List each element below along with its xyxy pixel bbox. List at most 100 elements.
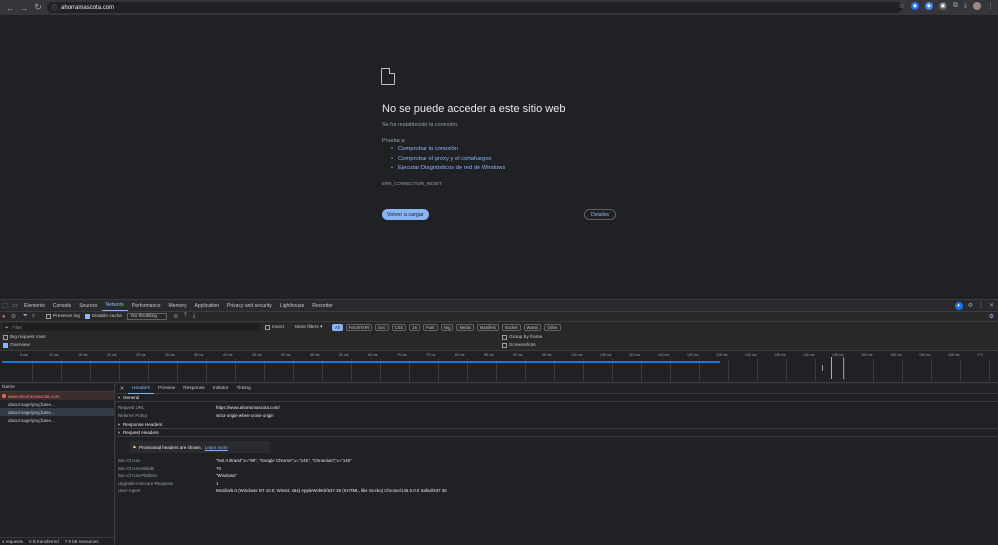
checkbox-icon <box>46 314 51 319</box>
request-headers-section: Sec-Ch-Ua "Not A Brand";v="99", "Google C… <box>116 457 998 495</box>
chip-css[interactable]: CSS <box>391 323 407 331</box>
request-row[interactable]: data:image/png;base... <box>0 416 114 424</box>
tab-recorder[interactable]: Recorder <box>308 300 337 311</box>
tab-elements[interactable]: Elements <box>20 300 49 311</box>
suggestion-item[interactable]: Ejecutar Diagnósticos de red de Windows <box>391 165 505 175</box>
browser-toolbar: ← → ↻ ⓘ ahorramascota.com ☆ ◉ ◆ ▣ ⧉ ⤓ ⋮ <box>0 0 998 15</box>
download-icon[interactable]: ⤓ <box>964 2 967 10</box>
settings-gear-icon[interactable]: ⚙ <box>968 302 973 310</box>
tab-initiator[interactable]: Initiator <box>209 384 233 394</box>
timeline-tick-label: 15 ms <box>78 353 88 357</box>
chip-all[interactable]: All <box>332 323 343 331</box>
tab-network[interactable]: Network <box>101 300 128 311</box>
request-row[interactable]: data:image/png;base... <box>0 408 114 416</box>
timeline-tick-label: 75 ms <box>426 353 436 357</box>
general-section-header[interactable]: ▼ General <box>116 394 998 402</box>
checkbox-icon <box>3 343 8 348</box>
disable-cache-checkbox[interactable]: Disable cache <box>84 314 122 319</box>
tab-performance[interactable]: Performance <box>128 300 165 311</box>
wifi-conditions-icon[interactable]: ≋ <box>173 313 178 320</box>
export-har-icon[interactable]: ⤓ <box>193 313 196 320</box>
details-button[interactable]: Detalles <box>584 209 616 220</box>
close-icon[interactable]: ✕ <box>116 385 128 392</box>
timeline-tick-label: 115 ms <box>658 353 670 357</box>
checkbox-icon <box>502 335 507 340</box>
reload-icon[interactable]: ↻ <box>31 1 45 15</box>
timeline-tick-label: 5 ms <box>20 353 28 357</box>
more-options-icon[interactable]: ⋮ <box>978 302 984 310</box>
more-filters-dropdown[interactable]: More filters ▾ <box>295 325 323 330</box>
close-devtools-icon[interactable]: ✕ <box>989 302 994 310</box>
error-code: ERR_CONNECTION_RESET <box>382 181 442 186</box>
chip-doc[interactable]: Doc <box>375 323 389 331</box>
site-info-icon[interactable]: ⓘ <box>51 3 57 12</box>
tab-privacy-security[interactable]: Privacy and security <box>223 300 276 311</box>
record-icon[interactable]: ● <box>2 314 11 320</box>
tab-preview[interactable]: Preview <box>154 384 179 394</box>
search-icon[interactable]: ⌕ <box>32 313 41 320</box>
network-overview-timeline[interactable]: 5 ms 10 ms 15 ms 20 ms 25 ms 30 ms 35 ms 40 ms 4… <box>0 350 998 383</box>
error-page: No se puede acceder a este sitio web Se … <box>0 15 998 299</box>
overview-checkbox[interactable]: Overview <box>3 343 30 348</box>
reload-button[interactable]: Volver a cargar <box>382 209 429 220</box>
header-value: https://www.ahorramascota.com/ <box>216 405 280 411</box>
clear-icon[interactable]: ⊘ <box>11 313 20 320</box>
name-column-header[interactable]: Name <box>0 384 114 392</box>
tab-headers[interactable]: Headers <box>128 384 155 394</box>
throttling-select[interactable]: No throttling <box>127 313 168 320</box>
extension-icon[interactable]: ◉ <box>910 2 919 10</box>
filter-icon[interactable]: ⏷ <box>23 313 32 320</box>
triangle-down-icon: ▼ <box>117 422 121 427</box>
forward-icon[interactable]: → <box>17 1 31 15</box>
extension-icon-2[interactable]: ◆ <box>924 2 933 10</box>
screenshots-checkbox[interactable]: Screenshots <box>502 343 536 348</box>
chip-img[interactable]: Img <box>440 323 454 331</box>
request-headers-section-header[interactable]: ▼ Request Headers <box>116 429 998 437</box>
group-by-frame-checkbox[interactable]: Group by frame <box>502 335 542 340</box>
tab-response[interactable]: Response <box>179 384 209 394</box>
import-har-icon[interactable]: ⤒ <box>184 313 187 320</box>
suggestion-item[interactable]: Comprobar el proxy y el cortafuegos <box>391 156 505 166</box>
inspect-icon[interactable]: ⬚ <box>0 302 10 309</box>
chip-media[interactable]: Media <box>456 323 474 331</box>
header-row: Upgrade-Insecure-Requests 1 <box>116 480 998 488</box>
timeline-marker <box>822 365 823 371</box>
request-row[interactable]: data:image/png;base... <box>0 400 114 408</box>
chip-manifest[interactable]: Manifest <box>476 323 499 331</box>
tab-timing[interactable]: Timing <box>233 384 255 394</box>
filter-input[interactable]: ⏷ Filter <box>2 323 260 331</box>
device-toolbar-icon[interactable]: ▭ <box>10 302 20 309</box>
devtools-panel: ⬚ ▭ Elements Console Sources Network Per… <box>0 299 998 545</box>
tab-sources[interactable]: Sources <box>75 300 101 311</box>
ai-assist-icon[interactable]: ✦ <box>954 301 963 310</box>
bookmark-star-icon[interactable]: ☆ <box>899 2 905 10</box>
address-bar[interactable]: ⓘ ahorramascota.com <box>47 2 902 13</box>
extension-icon-3[interactable]: ▣ <box>938 2 947 10</box>
checkbox-icon <box>502 343 507 348</box>
learn-more-link[interactable]: Learn more <box>205 445 228 450</box>
tab-lighthouse[interactable]: Lighthouse <box>276 300 308 311</box>
extensions-puzzle-icon[interactable]: ⧉ <box>953 2 958 10</box>
screenshots-label: Screenshots <box>509 343 536 348</box>
chip-wasm[interactable]: Wasm <box>523 323 542 331</box>
request-row[interactable]: www.ahorramascota.com <box>0 392 114 400</box>
chip-other[interactable]: Other <box>544 323 561 331</box>
chip-js[interactable]: JS <box>409 323 421 331</box>
chip-socket[interactable]: Socket <box>501 323 521 331</box>
suggestion-item[interactable]: Comprobar la conexión <box>391 146 505 156</box>
tab-console[interactable]: Console <box>49 300 75 311</box>
chip-fetch-xhr[interactable]: Fetch/XHR <box>345 323 373 331</box>
response-headers-section-header[interactable]: ▼ Response Headers <box>116 421 998 429</box>
avatar[interactable] <box>973 2 981 10</box>
network-settings-icon[interactable]: ⚙ <box>989 313 994 320</box>
tab-memory[interactable]: Memory <box>165 300 191 311</box>
big-rows-checkbox[interactable]: Big request rows <box>3 335 46 340</box>
preserve-log-checkbox[interactable]: Preserve log <box>46 314 80 319</box>
back-icon[interactable]: ← <box>3 1 17 15</box>
menu-icon[interactable]: ⋮ <box>987 2 994 10</box>
invert-checkbox[interactable]: Invert <box>265 324 284 330</box>
network-toolbar: ● ⊘ ⏷ ⌕ Preserve log Disable cache No th… <box>0 311 998 321</box>
chip-font[interactable]: Font <box>423 323 438 331</box>
header-value: "Windows" <box>216 473 237 479</box>
tab-application[interactable]: Application <box>191 300 223 311</box>
